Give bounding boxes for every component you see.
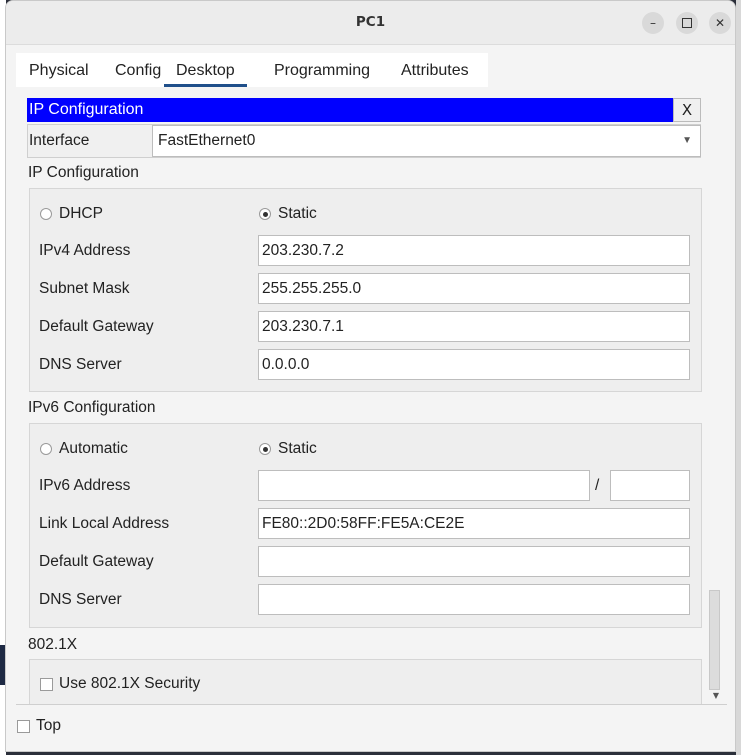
panel-close-button[interactable]: X [673, 98, 701, 122]
maximize-button[interactable] [676, 12, 698, 34]
dot1x-section-title: 802.1X [28, 636, 78, 653]
ipv4-address-input[interactable]: 203.230.7.2 [258, 235, 690, 266]
ipv6-address-input[interactable] [258, 470, 590, 501]
top-label: Top [36, 717, 61, 734]
ipv6-dns-label: DNS Server [39, 591, 122, 608]
interface-value: FastEthernet0 [158, 132, 256, 149]
minimize-button[interactable]: – [642, 12, 664, 34]
ipv4-dns-input[interactable]: 0.0.0.0 [258, 349, 690, 380]
minimize-icon: – [650, 16, 656, 30]
dhcp-label: DHCP [59, 205, 103, 222]
ipv6-address-label: IPv6 Address [39, 477, 131, 494]
scroll-down-arrow-icon[interactable]: ▼ [710, 690, 722, 702]
scrollbar-thumb[interactable] [709, 590, 720, 690]
ipv6-automatic-label: Automatic [59, 440, 128, 457]
interface-label: Interface [29, 132, 90, 149]
tab-attributes[interactable]: Attributes [401, 53, 469, 87]
ipv6-prefix-input[interactable] [610, 470, 690, 501]
use-dot1x-checkbox[interactable] [40, 678, 53, 691]
close-button[interactable]: ✕ [709, 12, 731, 34]
tab-config[interactable]: Config [115, 53, 161, 87]
chevron-down-icon: ▼ [682, 135, 692, 146]
ipv6-gateway-input[interactable] [258, 546, 690, 577]
ipv6-dns-input[interactable] [258, 584, 690, 615]
tab-bar: Physical Config Desktop Programming Attr… [16, 53, 488, 87]
close-icon: ✕ [714, 16, 726, 30]
tab-desktop[interactable]: Desktop [164, 53, 247, 87]
subnet-mask-label: Subnet Mask [39, 280, 130, 297]
link-local-input[interactable]: FE80::2D0:58FF:FE5A:CE2E [258, 508, 690, 539]
window-title: PC1 [355, 14, 386, 30]
use-dot1x-label: Use 802.1X Security [59, 675, 201, 692]
ipv4-address-label: IPv4 Address [39, 242, 131, 259]
ipv6-section-title: IPv6 Configuration [28, 399, 156, 416]
ipv6-static-radio[interactable] [259, 443, 271, 455]
prefix-separator: / [595, 477, 600, 494]
ipv6-automatic-radio[interactable] [40, 443, 52, 455]
link-local-label: Link Local Address [39, 515, 170, 532]
ipv6-gateway-label: Default Gateway [39, 553, 154, 570]
tab-physical[interactable]: Physical [29, 53, 89, 87]
subnet-mask-input[interactable]: 255.255.255.0 [258, 273, 690, 304]
ipv4-static-radio[interactable] [259, 208, 271, 220]
ipv4-section-title: IP Configuration [28, 164, 139, 181]
ipv4-gateway-label: Default Gateway [39, 318, 154, 335]
ipv4-static-label: Static [278, 205, 317, 222]
title-bar[interactable]: PC1 – ✕ [6, 1, 735, 45]
ipv4-dns-label: DNS Server [39, 356, 122, 373]
tab-programming[interactable]: Programming [274, 53, 370, 87]
footer-divider [16, 704, 727, 705]
maximize-icon [682, 18, 692, 28]
interface-select[interactable]: FastEthernet0 ▼ [152, 125, 701, 157]
background-window-edge-right [736, 0, 741, 755]
top-checkbox[interactable] [17, 720, 30, 733]
panel-title-bar: IP Configuration [27, 98, 673, 122]
panel-title: IP Configuration [29, 101, 144, 118]
ipv6-static-label: Static [278, 440, 317, 457]
dhcp-radio[interactable] [40, 208, 52, 220]
ipv4-gateway-input[interactable]: 203.230.7.1 [258, 311, 690, 342]
